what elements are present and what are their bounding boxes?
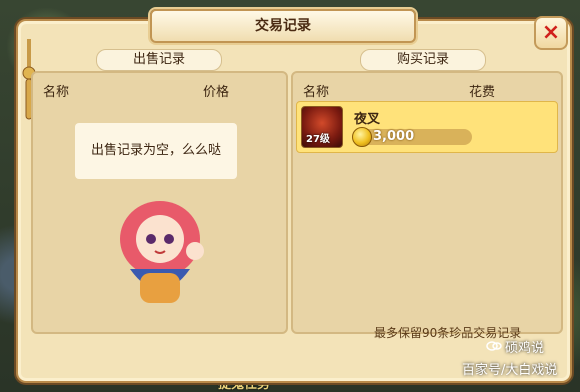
- watermark-logo-icon: [486, 341, 502, 351]
- buy-col-name: 名称: [303, 85, 330, 100]
- sell-col-name: 名称: [43, 85, 70, 100]
- close-button[interactable]: ×: [534, 16, 568, 50]
- item-level-badge: 27级: [306, 134, 330, 145]
- watermark-text: 百家号/大白戏说: [462, 363, 558, 378]
- buy-record-tab[interactable]: 购买记录: [360, 49, 486, 71]
- sell-empty-message: 出售记录为空，么么哒: [75, 123, 237, 179]
- watermark-brand: 硕鸡说: [505, 341, 545, 356]
- sell-record-panel: 名称 价格 出售记录为空，么么哒: [31, 71, 288, 334]
- dialog-title: 交易记录: [150, 9, 416, 43]
- item-price: 3,000: [373, 129, 415, 144]
- buy-col-cost: 花费: [469, 85, 496, 100]
- buy-record-panel: 名称 花费 27级 夜叉 3,000: [291, 71, 563, 334]
- sell-record-tab[interactable]: 出售记录: [96, 49, 222, 71]
- buy-record-row[interactable]: 27级 夜叉 3,000: [296, 101, 558, 153]
- mascot-girl-image: [120, 201, 204, 303]
- item-name: 夜叉: [354, 112, 381, 127]
- sell-col-price: 价格: [203, 85, 230, 100]
- gold-coin-icon: [352, 127, 372, 147]
